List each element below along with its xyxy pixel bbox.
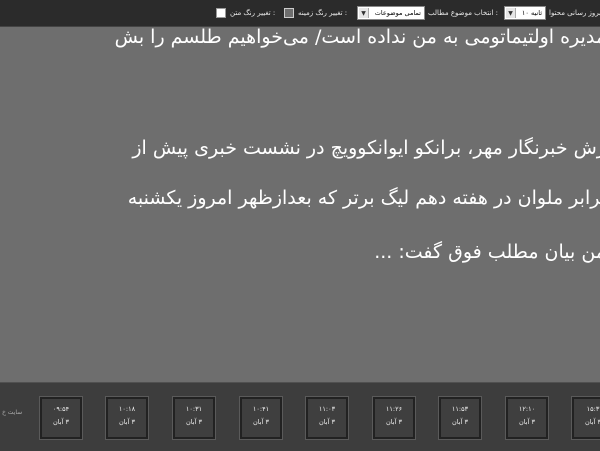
topic-select-value: تمامی موضوعات — [374, 9, 421, 17]
site-label: سایت خ — [2, 409, 23, 416]
text-color-swatch[interactable] — [216, 8, 226, 18]
refresh-select-value: ۱۰ ثانیه — [521, 9, 542, 17]
topic-label: انتخاب موضوع مطالب : — [428, 9, 499, 17]
card-time: ۱۱:۲۶ — [385, 405, 403, 413]
refresh-select[interactable]: ▼ ۱۰ ثانیه — [504, 6, 546, 20]
chevron-down-icon: ▼ — [506, 8, 516, 18]
news-time-card[interactable]: ۱۲:۱۰ ۳ آبان — [506, 397, 548, 439]
text-color-label: تغییر رنگ متن : — [230, 9, 276, 17]
card-time: ۱۰:۴۱ — [252, 405, 270, 413]
card-date: ۳ آبان — [119, 418, 135, 426]
card-time: ۱۰:۳۱ — [185, 405, 203, 413]
card-date: ۳ آبان — [452, 418, 468, 426]
news-title: مدیره اولتیماتومی به من نداده است/ می‌خو… — [114, 26, 600, 48]
card-time: ۱۱:۵۳ — [451, 405, 469, 413]
news-time-card[interactable]: ۱۰:۴۱ ۳ آبان — [240, 397, 282, 439]
news-time-card[interactable]: ۱۰:۳۱ ۳ آبان — [173, 397, 215, 439]
news-line-2: برابر ملوان در هفته دهم لیگ برتر که بعدا… — [127, 187, 600, 209]
topic-select[interactable]: ▼ تمامی موضوعات — [357, 6, 425, 20]
top-toolbar: تغییر رنگ متن : تغییر رنگ زمینه : ▼ تمام… — [0, 0, 600, 27]
card-date: ۳ آبان — [386, 418, 402, 426]
card-time: ۱۵:۳ — [586, 405, 600, 413]
card-time: ۱۲:۱۰ — [518, 405, 536, 413]
bg-color-label: تغییر رنگ زمینه : — [298, 9, 348, 17]
news-line-1: رش خبرنگار مهر، برانکو ایوانکوویچ در نشس… — [132, 137, 600, 159]
news-time-card[interactable]: ۰۹:۵۴ ۳ آبان — [40, 397, 82, 439]
text-color-control: تغییر رنگ متن : — [216, 5, 275, 21]
card-date: ۳ آبان — [253, 418, 269, 426]
card-date: ۳ آبان — [53, 418, 69, 426]
chevron-down-icon: ▼ — [359, 8, 369, 18]
card-date: ۳ آبان — [186, 418, 202, 426]
news-ticker: سایت خ ۰۹:۵۴ ۳ آبان ۱۰:۱۸ ۳ آبان ۱۰:۳۱ ۳… — [0, 382, 600, 451]
card-time: ۱۰:۱۸ — [118, 405, 136, 413]
card-time: ۱۱:۰۳ — [318, 405, 336, 413]
bg-color-control: تغییر رنگ زمینه : — [284, 5, 347, 21]
card-date: ۳ آبان — [585, 418, 600, 426]
card-time: ۰۹:۵۴ — [52, 405, 70, 413]
news-time-card[interactable]: ۱۱:۲۶ ۳ آبان — [373, 397, 415, 439]
refresh-label: زمان بروز رسانی محتوا : — [549, 9, 600, 17]
news-time-card[interactable]: ۱۱:۵۳ ۳ آبان — [439, 397, 481, 439]
news-time-card[interactable]: ۱۱:۰۳ ۳ آبان — [306, 397, 348, 439]
news-line-3: من بیان مطلب فوق گفت: ... — [374, 241, 600, 263]
news-time-card[interactable]: ۱۵:۳ ۳ آبان — [572, 397, 600, 439]
bg-color-swatch[interactable] — [284, 8, 294, 18]
news-time-card[interactable]: ۱۰:۱۸ ۳ آبان — [106, 397, 148, 439]
card-date: ۳ آبان — [319, 418, 335, 426]
card-date: ۳ آبان — [519, 418, 535, 426]
